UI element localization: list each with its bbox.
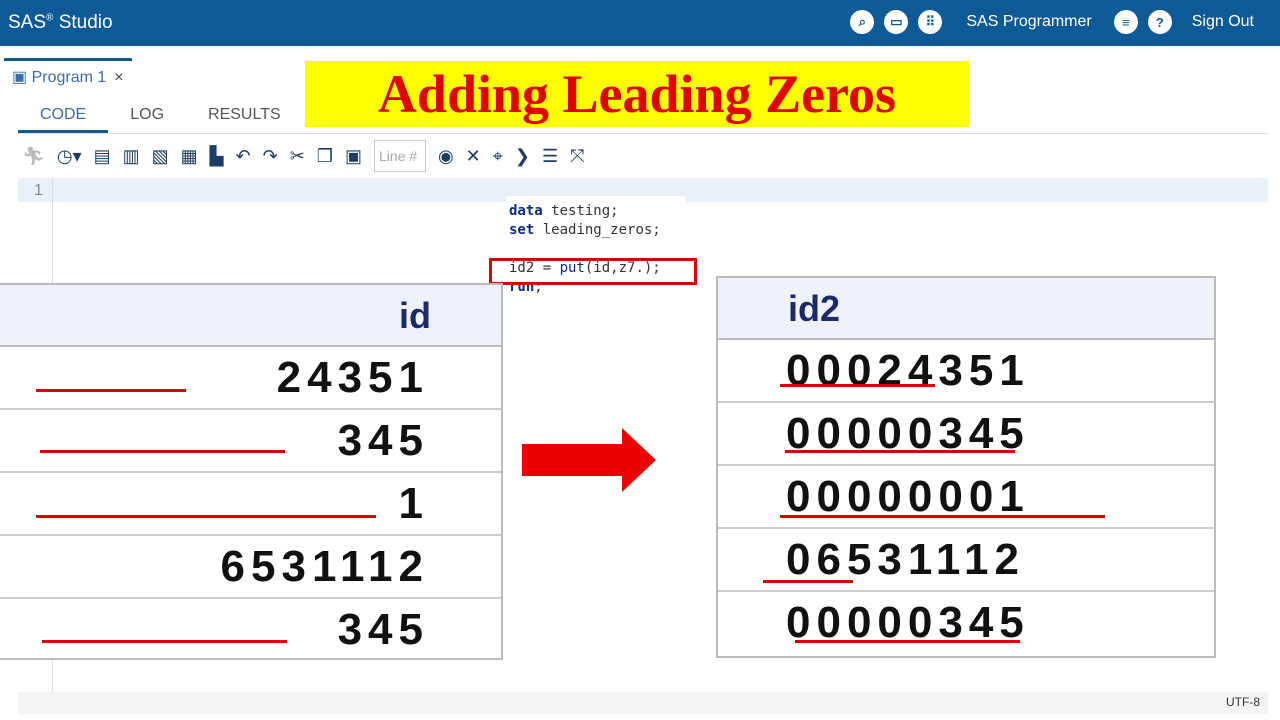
format-icon[interactable]: ☰ [542,146,558,167]
print-icon[interactable]: ▙ [210,146,224,167]
clear-icon[interactable]: ✕ [466,146,481,167]
find-icon[interactable]: ⌖ [493,146,503,167]
table-row: 24351 [0,347,501,410]
close-icon[interactable]: × [114,69,123,86]
tab-log[interactable]: LOG [108,100,186,133]
table-row: 00000345 [786,598,1030,647]
underline [785,450,1015,453]
brand-product: Studio [58,12,113,33]
table-row: 00000001 [718,466,1214,529]
tab-label: Program 1 [31,69,107,86]
history-icon[interactable]: ◷▾ [57,146,82,167]
table-row: 345 [0,410,501,473]
redo-icon[interactable]: ↷ [263,146,278,167]
table-id2: id2 00024351 00000345 00000001 06531112 … [716,276,1216,658]
underline [780,384,935,387]
menu-icon[interactable]: ≡ [1113,10,1138,34]
code-text: testing; [542,203,619,219]
overlay-title: Adding Leading Zeros [305,61,969,127]
line-number-input[interactable]: Line # [373,140,426,172]
undo-icon[interactable]: ↶ [236,146,251,167]
underline [40,450,285,453]
cut-icon[interactable]: ✂ [290,146,305,167]
kw-set: set [509,222,535,238]
encoding-label: UTF-8 [1226,695,1260,709]
underline [42,640,287,643]
table-row: 00000345 [718,403,1214,466]
table-row: 6531112 [0,536,501,599]
search-icon[interactable]: ⌕ [850,10,875,34]
copy-icon[interactable]: ❐ [317,146,333,167]
help-icon[interactable]: ? [1147,10,1172,34]
code-toolbar: 🏃︎ ◷▾ ▤ ▥ ▧ ▦ ▙ ↶ ↷ ✂ ❐ ▣ Line # ◉ ✕ ⌖ ❯… [22,140,585,172]
brand-sup: ® [46,12,54,24]
go-icon[interactable]: ◉ [438,146,454,167]
kw-data: data [509,203,543,219]
table-row: 1 [0,473,501,536]
folder-icon[interactable]: ▭ [884,10,909,34]
top-bar: SAS® Studio ⌕ ▭ ⠿ SAS Programmer ≡ ? Sig… [0,0,1280,46]
underline [36,389,186,392]
maximize-icon[interactable]: ⤧ [570,146,584,167]
arrow-right-icon [522,428,656,492]
program-icon: ▣ [12,69,28,86]
snippet-icon[interactable]: ❯ [515,146,530,167]
underline [795,640,1020,643]
save-icon[interactable]: ▤ [94,146,111,167]
apps-grid-icon[interactable]: ⠿ [918,10,943,34]
save-as-icon[interactable]: ▥ [123,146,140,167]
status-bar: UTF-8 [18,692,1268,714]
tab-results[interactable]: RESULTS [186,100,303,133]
line-number: 1 [34,182,43,199]
table-row: 345 [337,605,429,654]
log-icon[interactable]: ▦ [181,146,198,167]
brand-text: SAS [8,12,47,33]
code-text: leading_zeros; [534,222,661,238]
user-menu[interactable]: SAS Programmer [966,13,1091,31]
sign-out-link[interactable]: Sign Out [1192,13,1254,31]
run-icon[interactable]: 🏃︎ [22,146,45,167]
table-row: 00024351 [718,340,1214,403]
underline [36,515,376,518]
table-id: id 24351 345 1 6531112 345 [0,283,503,660]
tab-code[interactable]: CODE [18,100,109,133]
column-header-id: id [0,285,501,347]
column-header-id2: id2 [718,278,1214,340]
underline [763,580,853,583]
underline [780,515,1105,518]
code-snippet: data testing; set leading_zeros; id2 = p… [506,196,686,303]
code-highlight-box [489,258,697,285]
download-icon[interactable]: ▧ [152,146,169,167]
paste-icon[interactable]: ▣ [345,146,362,167]
brand-logo: SAS® Studio [8,12,113,34]
tab-program-1[interactable]: ▣ Program 1 × [4,58,132,92]
